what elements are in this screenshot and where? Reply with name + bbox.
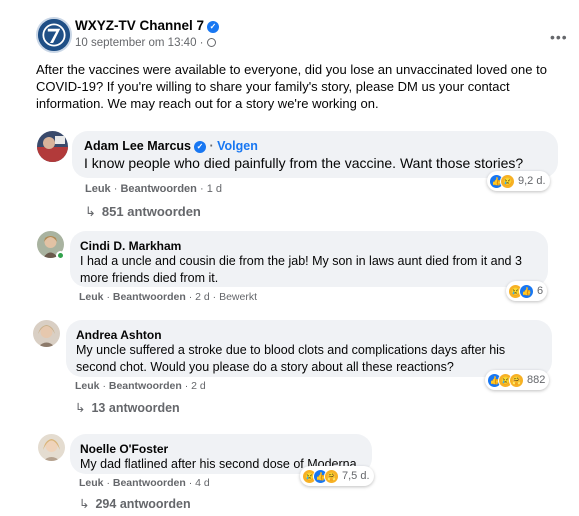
comment-author[interactable]: Noelle O'Foster [80,442,362,456]
like-link[interactable]: Leuk [79,291,104,303]
comment-time[interactable]: 1 d [207,183,222,195]
view-replies-link[interactable]: ↳ 13 antwoorden [75,400,180,415]
post-text: After the vaccines were available to eve… [36,62,547,111]
reply-link[interactable]: Beantwoorden [120,183,196,195]
post-header: WXYZ-TV Channel 7 ✓ 10 september om 13:40… [36,15,568,55]
channel-7-logo-icon [38,19,70,51]
page-name[interactable]: WXYZ-TV Channel 7 ✓ [75,18,220,33]
reply-arrow-icon: ↳ [75,401,86,415]
comment-actions: Leuk · Beantwoorden · 2 d [75,380,206,392]
verified-badge-icon: ✓ [193,141,206,153]
comment-actions: Leuk · Beantwoorden · 2 d · Bewerkt [79,291,258,303]
reply-arrow-icon: ↳ [79,497,90,511]
avatar[interactable] [33,320,60,347]
like-link[interactable]: Leuk [85,183,111,195]
more-options-icon[interactable]: ••• [550,29,568,45]
reaction-summary[interactable]: 👍 😢 🤗 882 [485,370,550,390]
view-replies-link[interactable]: ↳ 294 antwoorden [79,496,191,511]
comment-bubble: Adam Lee Marcus ✓ · Volgen I know people … [72,131,558,178]
post-timestamp[interactable]: 10 september om 13:40 · [75,37,216,49]
like-link[interactable]: Leuk [75,380,100,392]
follow-link[interactable]: Volgen [217,139,258,153]
reaction-summary[interactable]: 😢 👍 6 [506,281,548,301]
comment-bubble: Andrea Ashton My uncle suffered a stroke… [66,320,552,377]
reaction-summary[interactable]: 👍 😢 9,2 d. [487,171,550,191]
comment-bubble: Cindi D. Markham I had a uncle and cousi… [70,231,548,287]
avatar[interactable] [37,131,68,162]
globe-icon [206,38,216,47]
care-icon: 🤗 [324,468,339,484]
reply-link[interactable]: Beantwoorden [109,380,182,392]
comment-author[interactable]: Andrea Ashton [76,328,542,342]
comment-text: I had a uncle and cousin die from the ja… [80,254,522,285]
comment-actions: Leuk · Beantwoorden · 1 d [85,183,222,195]
page-avatar[interactable] [36,17,72,53]
like-link[interactable]: Leuk [79,477,104,489]
avatar-photo-icon [37,131,68,162]
comment-time[interactable]: 2 d [191,380,206,392]
sad-icon: 😢 [500,173,515,189]
online-status-indicator [56,251,65,260]
care-icon: 🤗 [509,372,524,388]
view-replies-link[interactable]: ↳ 851 antwoorden [85,204,201,220]
reply-link[interactable]: Beantwoorden [113,477,186,489]
comment-author[interactable]: Adam Lee Marcus ✓ · Volgen [84,139,546,153]
edited-label: Bewerkt [219,291,258,303]
avatar-photo-icon [33,320,60,347]
avatar[interactable] [38,434,65,461]
like-icon: 👍 [519,283,534,299]
comment-text: My uncle suffered a stroke due to blood … [76,343,506,374]
comment-author[interactable]: Cindi D. Markham [80,239,538,253]
comment-text: I know people who died painfully from th… [84,155,524,171]
comment-time[interactable]: 2 d [195,291,210,303]
reply-arrow-icon: ↳ [85,204,96,219]
avatar-photo-icon [38,434,65,461]
reply-link[interactable]: Beantwoorden [113,291,186,303]
comment-time[interactable]: 4 d [195,477,210,489]
verified-badge-icon: ✓ [207,21,220,33]
reaction-summary[interactable]: 😢 👍 🤗 7,5 d. [300,466,374,486]
comment-actions: Leuk · Beantwoorden · 4 d [79,477,210,489]
